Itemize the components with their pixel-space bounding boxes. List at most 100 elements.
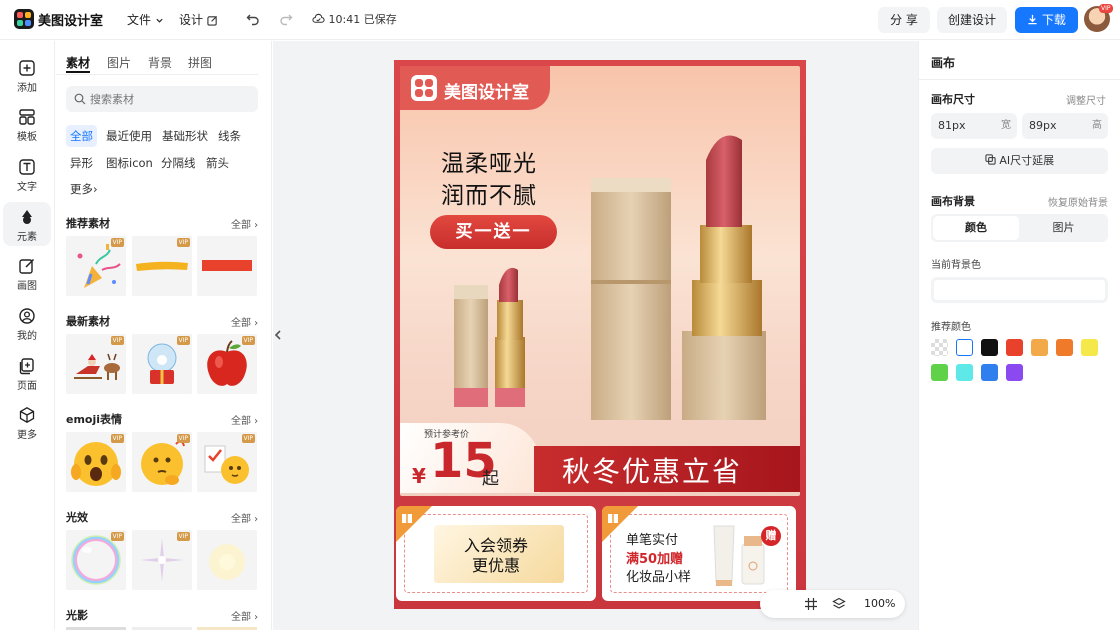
filter-basic-shapes[interactable]: 基础形状 [158,125,212,147]
shapes-icon [22,210,32,224]
search-input[interactable] [90,90,250,108]
asset-party-popper[interactable]: VIP [66,236,126,296]
swatch-blue[interactable] [981,364,998,381]
asset-soft-glow[interactable] [197,530,257,590]
see-all-light-shadow[interactable]: 全部 › [231,608,258,623]
chevron-down-icon [156,18,163,23]
swatch-white[interactable] [956,339,973,356]
see-all-label: 全部 [231,318,251,329]
filter-dividers[interactable]: 分隔线 [157,152,200,174]
redo-icon[interactable] [279,12,293,26]
filter-more[interactable]: 更多› [66,178,102,200]
swatch-cyan[interactable] [956,364,973,381]
rail-item-draw[interactable]: 画图 [3,251,51,295]
width-unit: 宽 [1001,120,1011,131]
swatch-yellow[interactable] [1081,339,1098,356]
swatch-light-orange[interactable] [1031,339,1048,356]
asset-sparkle[interactable]: VIP [132,530,192,590]
see-all-light-effects[interactable]: 全部 › [231,510,258,525]
swatch-orange[interactable] [1056,339,1073,356]
filter-recent[interactable]: 最近使用 [102,125,156,147]
glow-icon [209,544,245,580]
top-bar: 美图设计室 文件 设计 10:41 已保存 分 享 创建设计 下载 VIP [0,0,1120,40]
ai-extend-label: AI尺寸延展 [999,154,1055,167]
height-field[interactable]: 89px 高 [1022,113,1108,139]
width-field[interactable]: 81px 宽 [931,113,1017,139]
zoom-level[interactable]: 100% [864,597,895,610]
see-all-emoji[interactable]: 全部 › [231,412,258,427]
swatch-transparent[interactable] [931,339,948,356]
resize-link[interactable]: 调整尺寸 [1066,92,1106,107]
file-menu[interactable]: 文件 [127,11,164,28]
asset-yellow-brush[interactable]: VIP [132,236,192,296]
tab-images[interactable]: 图片 [107,54,131,71]
asset-santa-sleigh[interactable]: VIP [66,334,126,394]
layers-icon[interactable] [832,597,846,611]
asset-thinking-emoji[interactable]: VIP [132,432,192,492]
design-menu-label: 设计 [179,13,204,27]
asset-snow-globe[interactable]: VIP [132,334,192,394]
coupon-card: 入会领券 更优惠 [396,506,596,601]
filter-icons[interactable]: 图标icon [102,152,157,174]
bg-tab-color[interactable]: 颜色 [933,216,1019,240]
save-status: 10:41 已保存 [312,11,397,27]
properties-panel: 画布 画布尺寸 调整尺寸 81px 宽 89px 高 AI尺寸延展 画布背景 恢… [918,41,1120,630]
poster-canvas[interactable]: 美图设计室 温柔哑光 润而不腻 买一送一 预计参考价 ¥ 15 起 秋冬优惠立省 [394,60,806,609]
rail-item-mine[interactable]: 我的 [3,301,51,345]
height-value: 89px [1029,119,1057,132]
filter-more-label: 更多 [70,182,93,196]
collapse-panel-icon[interactable] [273,325,283,345]
filter-lines[interactable]: 线条 [214,125,245,147]
rail-item-template[interactable]: 模板 [3,102,51,146]
rail-label: 画图 [17,281,37,292]
filter-all[interactable]: 全部 [66,125,97,147]
undo-icon[interactable] [246,12,260,26]
page-icon [19,358,34,375]
see-all-newest[interactable]: 全部 › [231,314,258,329]
height-unit: 高 [1092,120,1102,131]
ai-extend-button[interactable]: AI尺寸延展 [931,148,1108,174]
design-menu[interactable]: 设计 [179,11,218,28]
tab-materials[interactable]: 素材 [66,54,90,71]
gift-card: 单笔实付 满50加赠 化妆品小样 赠 [602,506,796,601]
tab-backgrounds[interactable]: 背景 [148,54,172,71]
download-button[interactable]: 下载 [1015,7,1078,33]
rail-item-pages[interactable]: 页面 [3,351,51,395]
section-title-emoji: emoji表情 [66,413,123,426]
asset-red-bar[interactable] [197,236,257,296]
swatch-purple[interactable] [1006,364,1023,381]
rail-item-elements[interactable]: 元素 [3,202,51,246]
current-bg-label: 当前背景色 [931,260,981,271]
reset-bg-link[interactable]: 恢复原始背景 [1048,194,1108,209]
create-design-button[interactable]: 创建设计 [937,7,1007,33]
rail-item-add[interactable]: 添加 [3,53,51,97]
cloud-check-icon [312,13,325,23]
asset-shocked-emoji[interactable]: VIP [66,432,126,492]
rail-item-text[interactable]: 文字 [3,152,51,196]
swatch-red[interactable] [1006,339,1023,356]
vip-badge: VIP [110,238,124,247]
red-bar-icon [202,260,252,271]
share-button[interactable]: 分 享 [878,7,930,33]
tab-collage[interactable]: 拼图 [188,54,212,71]
width-value: 81px [938,119,966,132]
swatch-black[interactable] [981,339,998,356]
zoom-toolbar: 100% [760,590,905,618]
filter-irregular[interactable]: 异形 [66,152,97,174]
rail-label: 文字 [17,182,37,193]
brand-logo-icon [411,75,437,101]
grid-icon[interactable] [804,597,818,611]
draw-icon [19,258,35,274]
asset-red-apple[interactable]: VIP [197,334,257,394]
asset-checklist-emoji[interactable]: VIP [197,432,257,492]
asset-rainbow-bubble[interactable]: VIP [66,530,126,590]
current-bg-swatch[interactable] [931,277,1108,303]
filter-arrows[interactable]: 箭头 [202,152,233,174]
cube-icon [19,407,35,423]
see-all-recommended[interactable]: 全部 › [231,216,258,231]
rail-item-more[interactable]: 更多 [3,400,51,444]
bg-tab-image[interactable]: 图片 [1021,216,1106,240]
promo-banner-text: 秋冬优惠立省 [562,455,743,488]
search-box[interactable] [66,86,258,112]
swatch-green[interactable] [931,364,948,381]
